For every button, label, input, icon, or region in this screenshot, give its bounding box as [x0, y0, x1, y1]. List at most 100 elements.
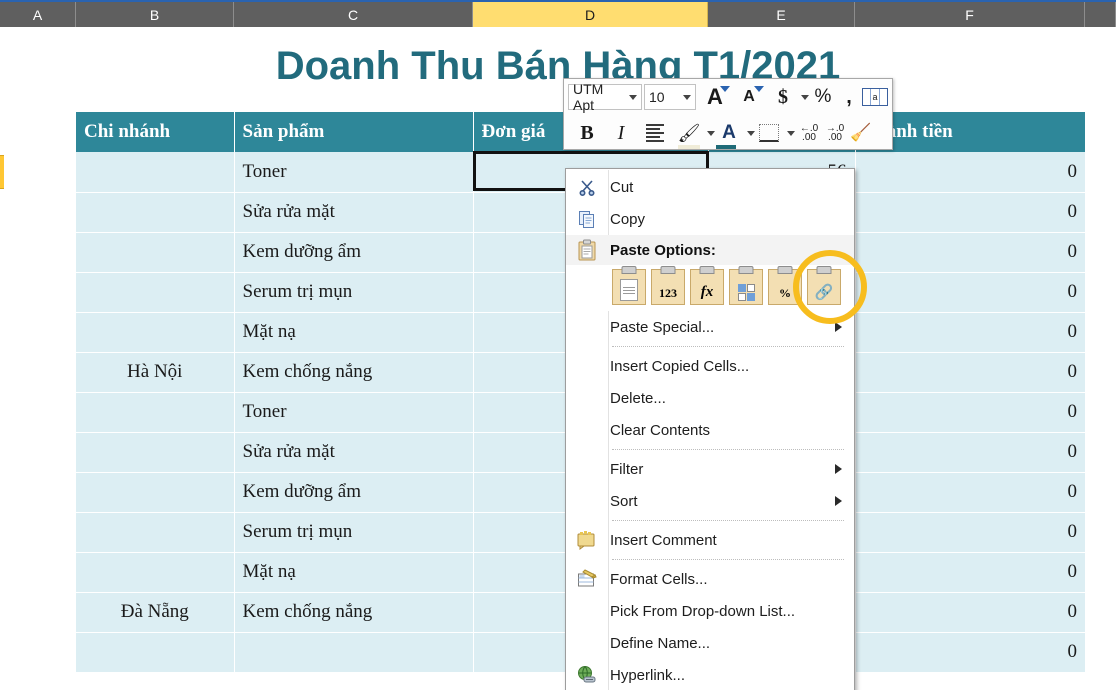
cell-total[interactable]: 0: [855, 352, 1085, 392]
merge-center-button[interactable]: a: [862, 82, 888, 112]
menu-item-delete[interactable]: Delete...: [566, 382, 854, 414]
menu-item-format-cells[interactable]: Format Cells...: [566, 563, 854, 595]
paste-options-row: 123 fx % 🔗: [566, 265, 854, 311]
bold-button[interactable]: B: [574, 118, 600, 148]
cell-product[interactable]: Kem chống nắng: [234, 352, 473, 392]
paste-formulas-icon[interactable]: fx: [690, 269, 724, 305]
column-header-g[interactable]: [1085, 2, 1116, 27]
cell-total[interactable]: 0: [855, 432, 1085, 472]
cell-product[interactable]: Mặt nạ: [234, 552, 473, 592]
merge-cells-icon: a: [862, 88, 888, 106]
format-painter-button[interactable]: 🧹: [848, 118, 874, 148]
menu-item-insert-comment[interactable]: Insert Comment: [566, 524, 854, 556]
cell-branch[interactable]: [76, 192, 234, 232]
cell-product[interactable]: Sửa rửa mặt: [234, 432, 473, 472]
percent-format-button[interactable]: %: [810, 82, 836, 112]
cell-product[interactable]: Kem chống nắng: [234, 592, 473, 632]
menu-item-delete-label: Delete...: [610, 390, 666, 407]
cell-total[interactable]: 0: [855, 552, 1085, 592]
center-align-button[interactable]: [642, 118, 668, 148]
menu-item-sort[interactable]: Sort: [566, 485, 854, 517]
cell-product[interactable]: Kem dưỡng ẩm: [234, 232, 473, 272]
cell-total[interactable]: 0: [855, 472, 1085, 512]
menu-item-hyperlink[interactable]: Hyperlink...: [566, 659, 854, 690]
cell-branch[interactable]: [76, 392, 234, 432]
cell-branch[interactable]: Hà Nội: [76, 352, 234, 392]
currency-format-button[interactable]: $: [770, 82, 796, 112]
menu-item-copy[interactable]: Copy: [566, 203, 854, 235]
menu-item-define-name[interactable]: Define Name...: [566, 627, 854, 659]
cell-total[interactable]: 0: [855, 192, 1085, 232]
column-header-b[interactable]: B: [76, 2, 234, 27]
menu-item-cut[interactable]: Cut: [566, 171, 854, 203]
grow-font-button[interactable]: A: [702, 82, 728, 112]
comma-format-button[interactable]: ,: [836, 82, 862, 112]
cell-total[interactable]: 0: [855, 632, 1085, 672]
cell-total[interactable]: 0: [855, 512, 1085, 552]
font-color-dropdown[interactable]: [742, 118, 756, 148]
paste-all-icon[interactable]: [612, 269, 646, 305]
cell-product[interactable]: Sửa rửa mặt: [234, 192, 473, 232]
cell-branch[interactable]: [76, 552, 234, 592]
clipboard-icon: [575, 238, 599, 262]
column-header-c[interactable]: C: [234, 2, 473, 27]
font-name-combo[interactable]: UTM Apt: [568, 84, 642, 110]
paste-transpose-glyph: [738, 284, 755, 301]
menu-item-define-name-label: Define Name...: [610, 635, 710, 652]
cell-branch[interactable]: [76, 312, 234, 352]
cell-branch[interactable]: [76, 432, 234, 472]
column-header-d[interactable]: D: [473, 2, 708, 27]
cell-branch[interactable]: [76, 472, 234, 512]
borders-button[interactable]: [756, 118, 782, 148]
page-title: Doanh Thu Bán Hàng T1/2021: [0, 44, 1116, 89]
cell-total[interactable]: 0: [855, 232, 1085, 272]
cell-branch[interactable]: [76, 232, 234, 272]
align-center-icon: [646, 124, 664, 142]
menu-item-sort-label: Sort: [610, 493, 638, 510]
shrink-font-button[interactable]: A: [736, 82, 762, 112]
column-header-d-label: D: [585, 7, 595, 23]
paste-link-icon[interactable]: 🔗: [807, 269, 841, 305]
decrease-decimal-button[interactable]: →.0.00: [822, 118, 848, 148]
cell-branch[interactable]: Đà Nẵng: [76, 592, 234, 632]
fill-color-button[interactable]: 🖌: [676, 118, 702, 148]
cell-total[interactable]: 0: [855, 312, 1085, 352]
cell-total[interactable]: 0: [855, 272, 1085, 312]
increase-decimal-button[interactable]: ←.0.00: [796, 118, 822, 148]
menu-item-insert-copied-cells[interactable]: Insert Copied Cells...: [566, 350, 854, 382]
currency-label: $: [778, 86, 788, 109]
borders-dropdown[interactable]: [782, 118, 796, 148]
cell-total[interactable]: 0: [855, 152, 1085, 192]
cell-total[interactable]: 0: [855, 392, 1085, 432]
font-color-button[interactable]: A: [716, 118, 742, 148]
menu-item-clear-contents[interactable]: Clear Contents: [566, 414, 854, 446]
cell-branch[interactable]: [76, 512, 234, 552]
cell-branch[interactable]: [76, 632, 234, 672]
cell-product[interactable]: Toner: [234, 152, 473, 192]
paste-formatting-icon[interactable]: %: [768, 269, 802, 305]
currency-dropdown[interactable]: [796, 82, 810, 112]
paste-values-icon[interactable]: 123: [651, 269, 685, 305]
cell-product[interactable]: Kem dưỡng ẩm: [234, 472, 473, 512]
cell-branch[interactable]: [76, 152, 234, 192]
paste-transpose-icon[interactable]: [729, 269, 763, 305]
cell-branch[interactable]: [76, 272, 234, 312]
fill-color-dropdown[interactable]: [702, 118, 716, 148]
menu-item-pick-from-dropdown-list[interactable]: Pick From Drop-down List...: [566, 595, 854, 627]
column-header-f[interactable]: F: [855, 2, 1085, 27]
globe-link-icon: [575, 663, 599, 687]
column-header-a[interactable]: A: [0, 2, 76, 27]
cell-product[interactable]: Serum trị mụn: [234, 272, 473, 312]
italic-button[interactable]: I: [608, 118, 634, 148]
menu-item-filter[interactable]: Filter: [566, 453, 854, 485]
menu-separator: [612, 449, 844, 450]
font-size-combo[interactable]: 10: [644, 84, 696, 110]
menu-item-paste-special[interactable]: Paste Special...: [566, 311, 854, 343]
cell-product[interactable]: Toner: [234, 392, 473, 432]
cell-product[interactable]: [234, 632, 473, 672]
cell-total[interactable]: 0: [855, 592, 1085, 632]
column-header-e[interactable]: E: [708, 2, 855, 27]
chevron-down-icon: [707, 131, 715, 136]
cell-product[interactable]: Mặt nạ: [234, 312, 473, 352]
cell-product[interactable]: Serum trị mụn: [234, 512, 473, 552]
